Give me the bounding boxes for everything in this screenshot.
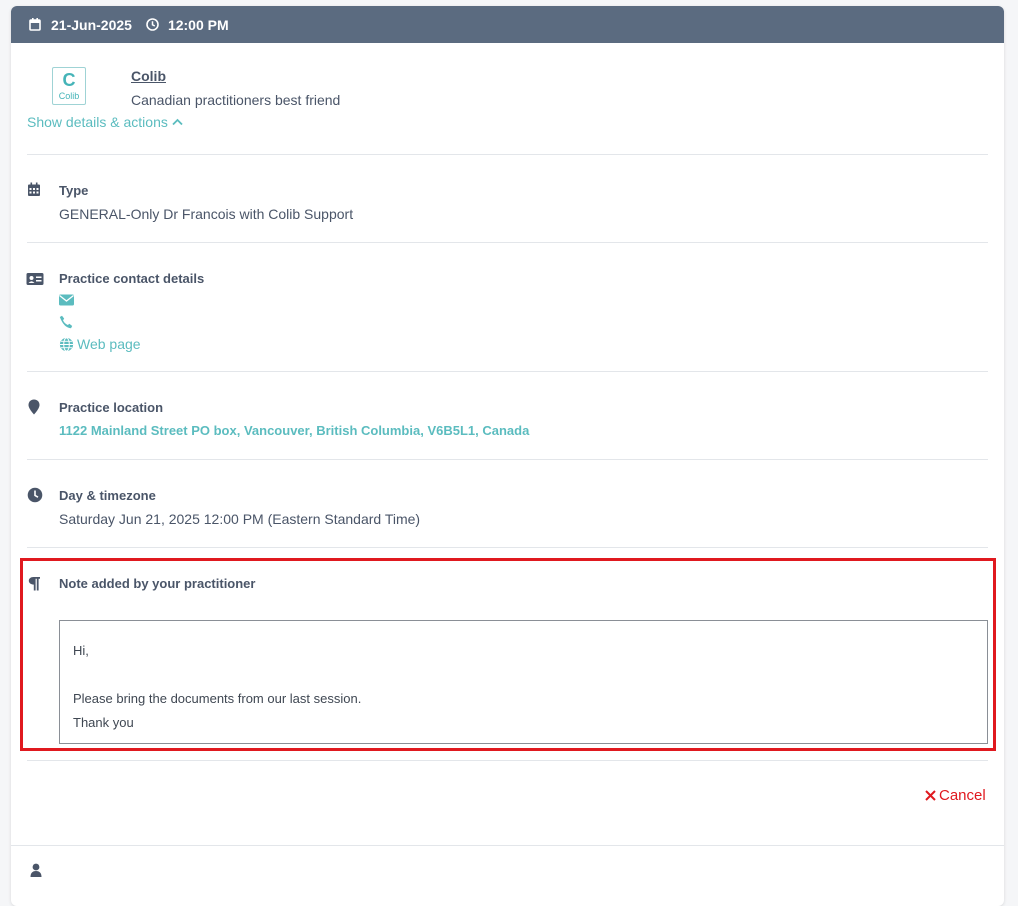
- divider: [27, 154, 988, 155]
- divider: [27, 242, 988, 243]
- globe-icon: [59, 336, 74, 352]
- appointment-header: 21-Jun-2025 12:00 PM: [11, 6, 1004, 43]
- web-page-label: Web page: [77, 336, 141, 352]
- location-title: Practice location: [59, 400, 164, 415]
- company-logo: C Colib: [52, 67, 86, 105]
- note-line: Thank you: [73, 715, 134, 730]
- note-line: Please bring the documents from our last…: [73, 691, 362, 706]
- location-address-link[interactable]: 1122 Mainland Street PO box, Vancouver, …: [59, 423, 529, 438]
- logo-text: Colib: [58, 91, 80, 101]
- show-details-toggle[interactable]: Show details & actions: [27, 114, 183, 130]
- clock-icon: [27, 487, 43, 503]
- web-page-link[interactable]: Web page: [59, 336, 141, 352]
- type-title: Type: [59, 183, 89, 198]
- paragraph-icon: [28, 576, 44, 592]
- day-timezone-value: Saturday Jun 21, 2025 12:00 PM (Eastern …: [59, 511, 421, 527]
- divider: [27, 547, 988, 548]
- divider: [27, 459, 988, 460]
- note-content: Hi, Please bring the documents from our …: [59, 620, 988, 744]
- calendar-icon: [29, 17, 43, 32]
- phone-link[interactable]: [59, 315, 73, 329]
- map-marker-icon: [28, 399, 44, 415]
- id-card-icon: [26, 272, 44, 288]
- contact-title: Practice contact details: [59, 271, 205, 286]
- appointment-time: 12:00 PM: [167, 16, 229, 33]
- phone-icon: [59, 315, 73, 329]
- appointment-card: 21-Jun-2025 12:00 PM C Colib Colib Canad…: [11, 6, 1004, 906]
- cancel-label: Cancel: [939, 787, 986, 804]
- chevron-up-icon: [172, 118, 183, 126]
- note-title: Note added by your practitioner: [59, 576, 256, 591]
- company-name-link[interactable]: Colib: [131, 68, 166, 84]
- envelope-icon: [59, 294, 74, 306]
- type-value: GENERAL-Only Dr Francois with Colib Supp…: [59, 206, 354, 222]
- clock-icon: [146, 17, 160, 32]
- note-line: Hi,: [73, 643, 89, 658]
- appointment-date: 21-Jun-2025: [51, 16, 132, 33]
- show-details-label: Show details & actions: [27, 114, 168, 130]
- calendar-grid-icon: [27, 182, 43, 198]
- company-description: Canadian practitioners best friend: [131, 92, 341, 108]
- user-icon: [30, 863, 46, 879]
- divider: [27, 760, 988, 761]
- cancel-button[interactable]: Cancel: [925, 787, 986, 804]
- divider: [11, 845, 1004, 846]
- close-icon: [925, 790, 936, 801]
- day-timezone-title: Day & timezone: [59, 488, 156, 503]
- divider: [27, 371, 988, 372]
- email-link[interactable]: [59, 294, 74, 306]
- logo-letter: C: [62, 70, 76, 90]
